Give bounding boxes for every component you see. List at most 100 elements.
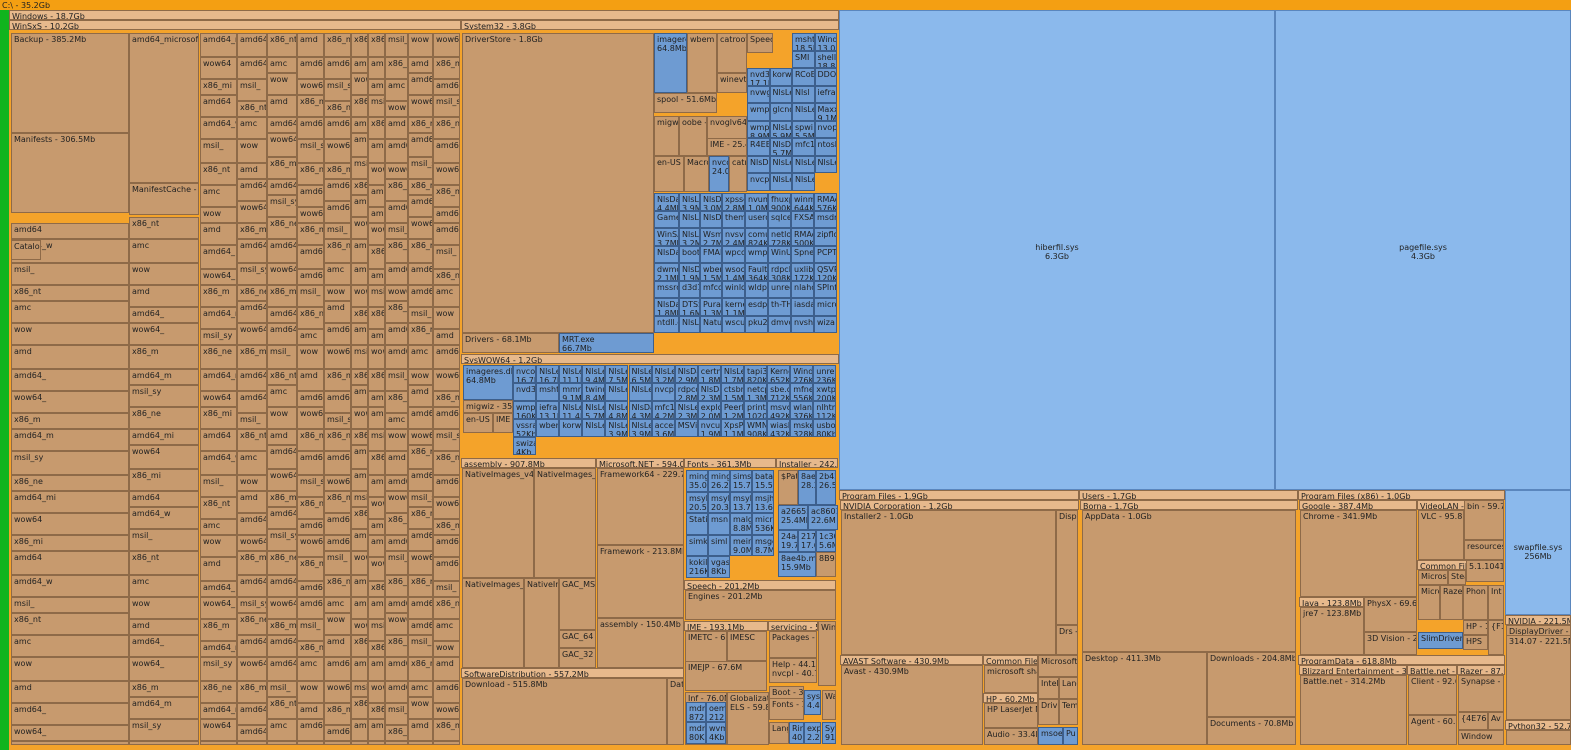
winsxs-cell[interactable]: amd [351,575,368,597]
winsxs-cell[interactable]: wow [433,641,460,657]
file-cell[interactable]: them [722,210,745,228]
file-cell[interactable]: winlo [722,280,745,298]
winsxs-cell[interactable]: wow64 [368,345,385,369]
winsxs-cell[interactable]: amd64_mi [385,597,408,613]
winsxs-cell[interactable]: x86_nt [237,429,267,451]
winsxs-cell[interactable]: {4E76F [1458,712,1488,730]
winsxs-cell[interactable]: amd64_mi [433,139,460,163]
winsxs-cell[interactable]: amd64_m [368,269,385,285]
winsxs-cell[interactable]: amd [385,117,408,139]
winsxs-cell[interactable]: amd [351,239,368,263]
winsxs-cell[interactable]: amd64 [351,117,368,133]
winsxs-cell[interactable]: x86_mi [267,619,297,635]
winsxs-cell[interactable]: wow64_ [11,391,129,413]
winsxs-cell[interactable]: wow64_ [351,285,368,307]
winsxs-cell[interactable]: x86_mi [297,557,324,581]
winsxs-cell[interactable]: amc [267,57,297,73]
folder-client[interactable]: Client - 92.6M [1408,675,1457,715]
winsxs-cell[interactable]: amd64_mi [267,239,297,263]
winsxs-cell[interactable]: x86_mi [408,239,433,263]
winsxs-cell[interactable]: x86_nt [129,217,199,239]
winsxs-cell[interactable]: amd64 [385,323,408,345]
winsxs-cell[interactable]: wow [200,535,237,557]
winsxs-cell[interactable]: wow64_ [368,223,385,245]
winsxs-cell[interactable]: x86_mi [237,681,267,703]
folder-nvidiacorp[interactable]: NVIDIA Corporation - 1.2Gb [840,500,1079,510]
winsxs-cell[interactable]: Tem [1059,699,1078,725]
file-cell[interactable]: korw [769,68,792,86]
winsxs-cell[interactable]: msil_ [200,139,237,163]
winsxs-cell[interactable]: amd64_w [408,285,433,307]
winsxs-cell[interactable]: x86_ne [237,285,267,301]
winsxs-cell[interactable]: msil_sy [408,491,433,507]
folder-hp[interactable]: HP - 60.2Mb [983,693,1038,703]
winsxs-cell[interactable]: x86_nt [385,725,408,741]
file-cell[interactable]: mshtn 18.5M [792,33,815,51]
winsxs-cell[interactable]: x86_ne [324,429,351,451]
winsxs-cell[interactable]: amd64 [297,245,324,269]
winsxs-cell[interactable]: amc [385,413,408,429]
winsxs-cell[interactable]: x86_m [408,117,433,133]
winsxs-cell[interactable]: wow64 [11,513,129,535]
winsxs-cell[interactable]: amd64_m [385,201,408,223]
winsxs-cell[interactable]: Intel [1038,677,1059,699]
file-cell[interactable]: oem1 212K [706,702,726,722]
winsxs-cell[interactable]: amc [385,79,408,101]
winsxs-cell[interactable]: x86_mi [385,301,408,323]
winsxs-cell[interactable]: Lang [769,722,789,744]
folder-installer2[interactable]: Installer2 - 1.0Gb [841,510,1056,655]
winsxs-cell[interactable] [1506,730,1571,745]
winsxs-cell[interactable]: amd64_m [368,597,385,619]
file-cell[interactable]: iefram [814,85,837,103]
file-cell[interactable]: msyh. 20.5M [686,491,708,513]
winsxs-cell[interactable]: amd64_w [368,79,385,95]
folder-documents[interactable]: Documents - 70.8Mb [1207,717,1296,745]
winsxs-cell[interactable]: amc [324,597,351,613]
file-cell[interactable]: explor 2.0M [697,401,721,419]
winsxs-cell[interactable]: wow [297,345,324,369]
winsxs-cell[interactable]: amd64_ [237,179,267,201]
winsxs-cell[interactable]: wow64 [267,263,297,285]
file-cell[interactable]: unreg 236Kb [813,365,837,383]
file-cell[interactable]: MSVic [674,419,698,437]
winsxs-cell[interactable]: x86_nt [433,597,460,619]
folder-assembly2[interactable]: assembly - 150.4Mb [597,618,684,668]
file-cell[interactable]: simsu 15.7M [730,470,752,492]
winsxs-cell[interactable]: x86_m [129,681,199,697]
winsxs-cell[interactable]: Driv [1038,699,1059,725]
file-cell[interactable]: Sy 91 [822,722,836,744]
winsxs-cell[interactable]: x86_ne [237,613,267,635]
winsxs-cell[interactable]: amd64_mi [408,529,433,551]
winsxs-cell[interactable]: x86_m [408,445,433,469]
winsxs-cell[interactable]: wow [237,475,267,491]
winsxs-cell[interactable]: msil_ [267,681,297,697]
winsxs-cell[interactable]: amd64_w [297,597,324,619]
winsxs-cell[interactable]: en-US - [463,413,493,433]
winsxs-cell[interactable]: amd64 [237,369,267,391]
file-cell[interactable]: msjhb 13.6M [752,491,774,513]
winsxs-cell[interactable]: msil_ [297,285,324,307]
winsxs-cell[interactable]: amd64_m [129,369,199,385]
winsxs-cell[interactable]: x86_nt [11,285,129,301]
winsxs-cell[interactable]: {F1 [1488,620,1504,655]
winsxs-cell[interactable]: amc [267,385,297,407]
file-cell[interactable]: NlsDa 4.3Mb [628,401,652,419]
file-cell[interactable]: NlsLex 11.1M [559,365,583,383]
winsxs-cell[interactable]: amd64_mi [351,57,368,73]
folder-ver[interactable]: 314.07 - 221.5M [1506,635,1571,720]
winsxs-cell[interactable]: amd64_mi [297,519,324,535]
folder-vlc[interactable]: VLC - 95.8M [1418,510,1464,560]
file-cell[interactable]: NlsDat 4.4Mb [654,193,679,211]
winsxs-cell[interactable]: amd64_m [200,641,237,657]
file-cell[interactable]: wbem 1.5Mb [700,263,722,281]
winsxs-cell[interactable]: Microsoft - [1038,655,1078,677]
winsxs-cell[interactable]: amd64_ [324,323,351,345]
winsxs-cell[interactable]: x86_ne [368,307,385,329]
file-cell[interactable]: a2665S 25.4Mb [778,505,808,530]
winsxs-cell[interactable]: amd [324,301,351,323]
winsxs-cell[interactable]: amd64_ [297,391,324,407]
file-cell[interactable]: tapi3.d 820Kb [744,365,768,383]
file-cell[interactable]: nlahc [791,280,814,298]
winsxs-cell[interactable]: wow64_ [351,619,368,635]
winsxs-cell[interactable]: amc [408,345,433,369]
